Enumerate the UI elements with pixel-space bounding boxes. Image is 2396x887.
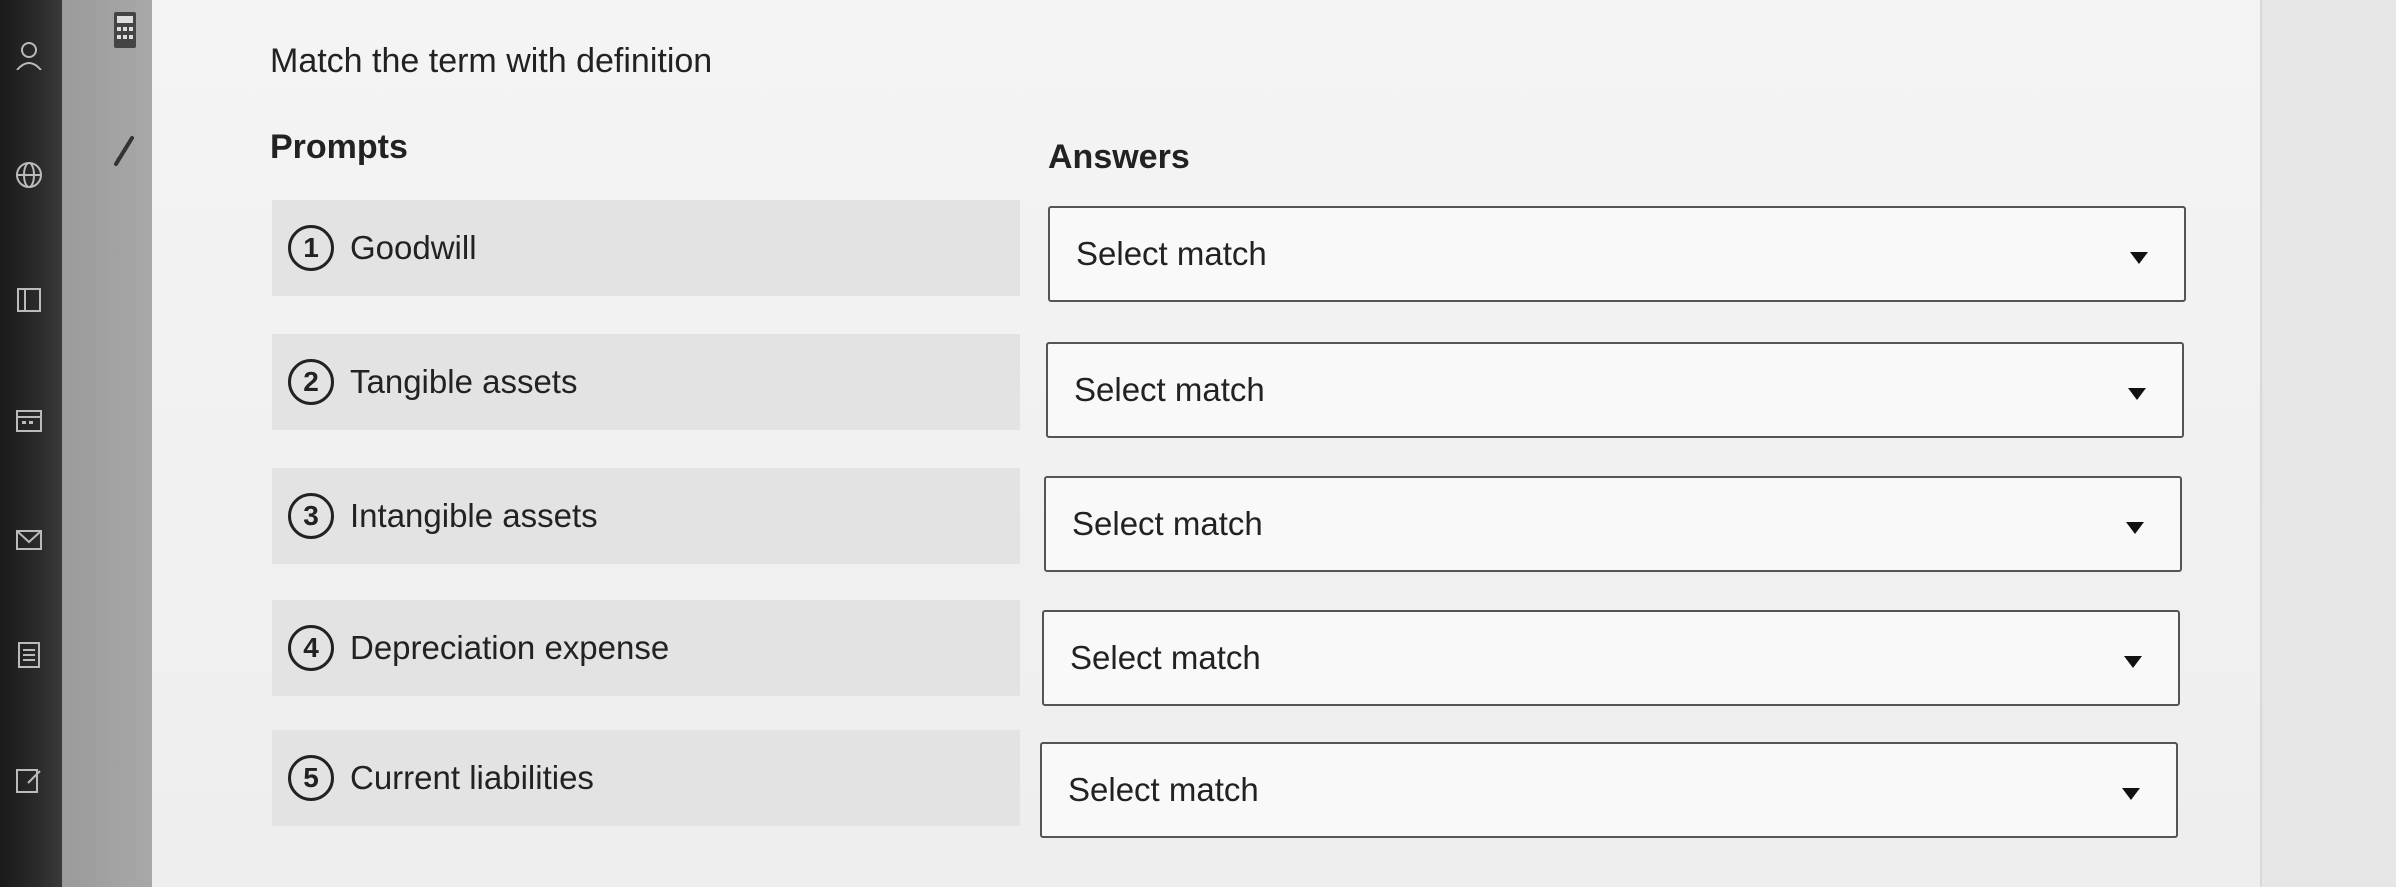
prompt-label: Tangible assets (350, 363, 578, 400)
answer-select-3[interactable]: Select match (1044, 476, 2182, 572)
prompt-label: Goodwill (350, 229, 477, 266)
caret-down-icon (2128, 388, 2146, 400)
prompt-label: Depreciation expense (350, 629, 670, 666)
prompt-row-5: 5 Current liabilities (272, 730, 1020, 826)
answers-heading: Answers (1048, 138, 1190, 176)
person-icon[interactable] (14, 40, 44, 71)
select-value: Select match (1072, 505, 1263, 542)
right-gutter (2260, 0, 2396, 887)
mail-icon[interactable] (14, 525, 44, 555)
select-value: Select match (1076, 235, 1267, 272)
prompt-label: Current liabilities (350, 759, 594, 796)
notes-icon[interactable] (14, 640, 44, 670)
question-title: Match the term with definition (270, 42, 713, 80)
prompt-row-2: 2 Tangible assets (272, 334, 1020, 430)
prompt-row-3: 3 Intangible assets (272, 468, 1020, 564)
caret-down-icon (2126, 522, 2144, 534)
edit-icon[interactable] (14, 765, 44, 795)
caret-down-icon (2122, 788, 2140, 800)
prompt-number-badge: 2 (288, 359, 334, 405)
answer-select-5[interactable]: Select match (1040, 742, 2178, 838)
prompt-number-badge: 1 (288, 225, 334, 271)
book-icon[interactable] (14, 285, 44, 315)
calculator-icon[interactable] (112, 10, 138, 50)
side-toolbar (62, 0, 152, 887)
prompt-number-badge: 5 (288, 755, 334, 801)
device-left-rail (0, 0, 62, 887)
prompt-row-1: 1 Goodwill (272, 200, 1020, 296)
pencil-icon[interactable] (112, 130, 138, 170)
prompt-row-4: 4 Depreciation expense (272, 600, 1020, 696)
prompt-number-badge: 3 (288, 493, 334, 539)
prompt-label: Intangible assets (350, 497, 598, 534)
calendar-icon[interactable] (14, 405, 44, 435)
answer-select-4[interactable]: Select match (1042, 610, 2180, 706)
answer-select-1[interactable]: Select match (1048, 206, 2186, 302)
caret-down-icon (2130, 252, 2148, 264)
answer-select-2[interactable]: Select match (1046, 342, 2184, 438)
prompts-heading: Prompts (270, 128, 408, 166)
select-value: Select match (1070, 639, 1261, 676)
globe-icon[interactable] (14, 160, 44, 190)
prompt-number-badge: 4 (288, 625, 334, 671)
caret-down-icon (2124, 656, 2142, 668)
select-value: Select match (1074, 371, 1265, 408)
select-value: Select match (1068, 771, 1259, 808)
